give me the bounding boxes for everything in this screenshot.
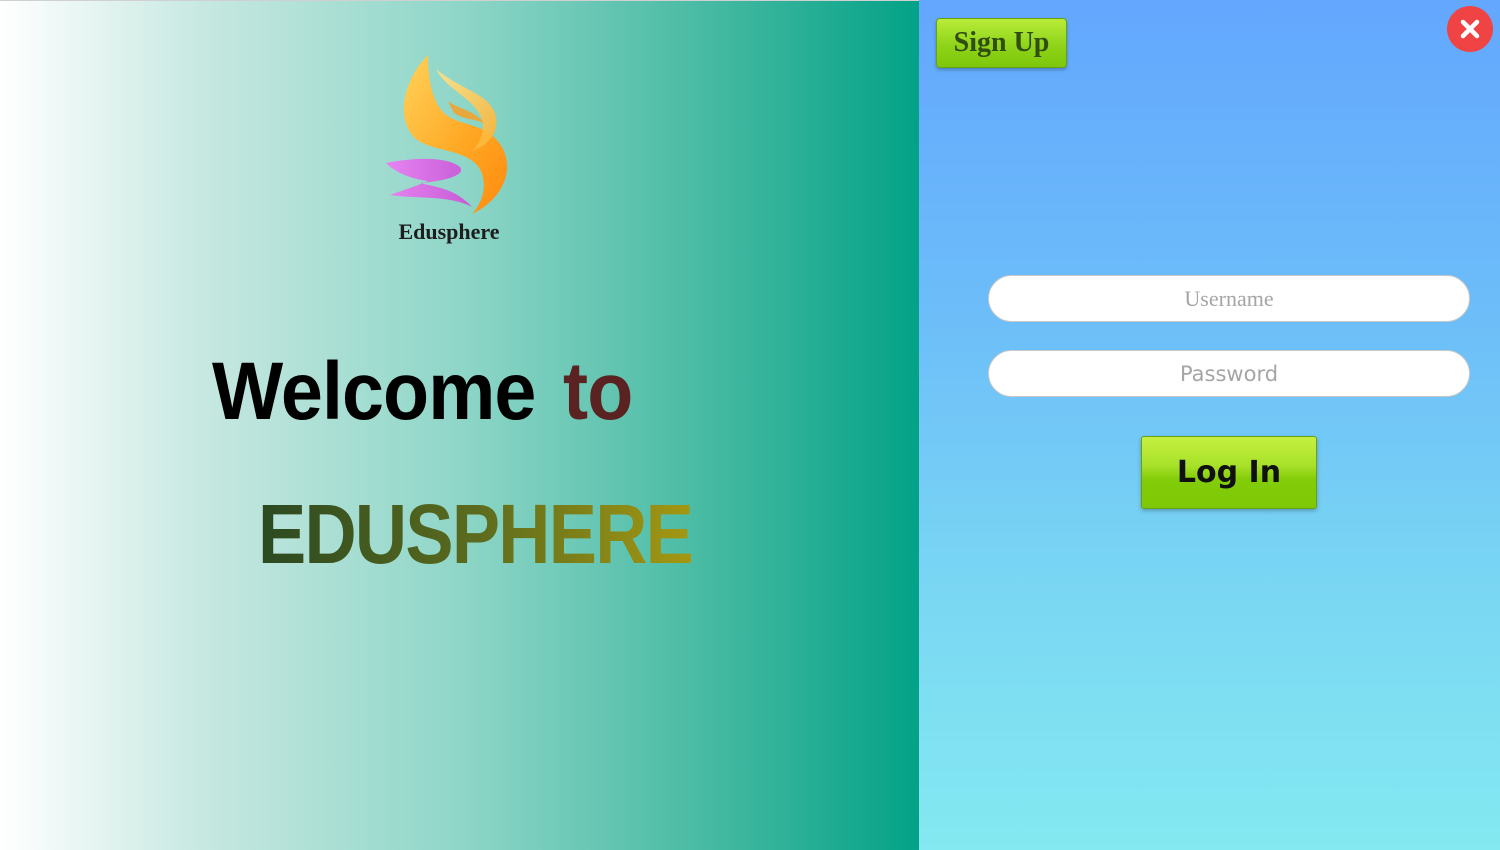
signup-button[interactable]: Sign Up xyxy=(936,18,1067,68)
brand-heading: EDUSPHERE xyxy=(258,479,694,589)
to-word: to xyxy=(562,346,633,437)
close-icon xyxy=(1460,19,1480,39)
logo-text: Edusphere xyxy=(398,219,500,244)
flame-swirl-logo-icon xyxy=(386,55,508,214)
app-logo: Edusphere xyxy=(376,49,522,249)
close-button[interactable] xyxy=(1447,6,1493,52)
welcome-heading: Welcome to xyxy=(212,337,764,447)
password-input[interactable] xyxy=(988,350,1470,397)
welcome-word: Welcome xyxy=(212,346,536,437)
login-button[interactable]: Log In xyxy=(1141,436,1317,509)
username-input[interactable] xyxy=(988,275,1470,322)
welcome-panel: Edusphere Welcome to EDUSPHERE xyxy=(0,0,919,850)
login-window: Edusphere Welcome to EDUSPHERE Sign Up Lo… xyxy=(0,0,1500,850)
login-panel: Sign Up Log In xyxy=(919,0,1500,850)
